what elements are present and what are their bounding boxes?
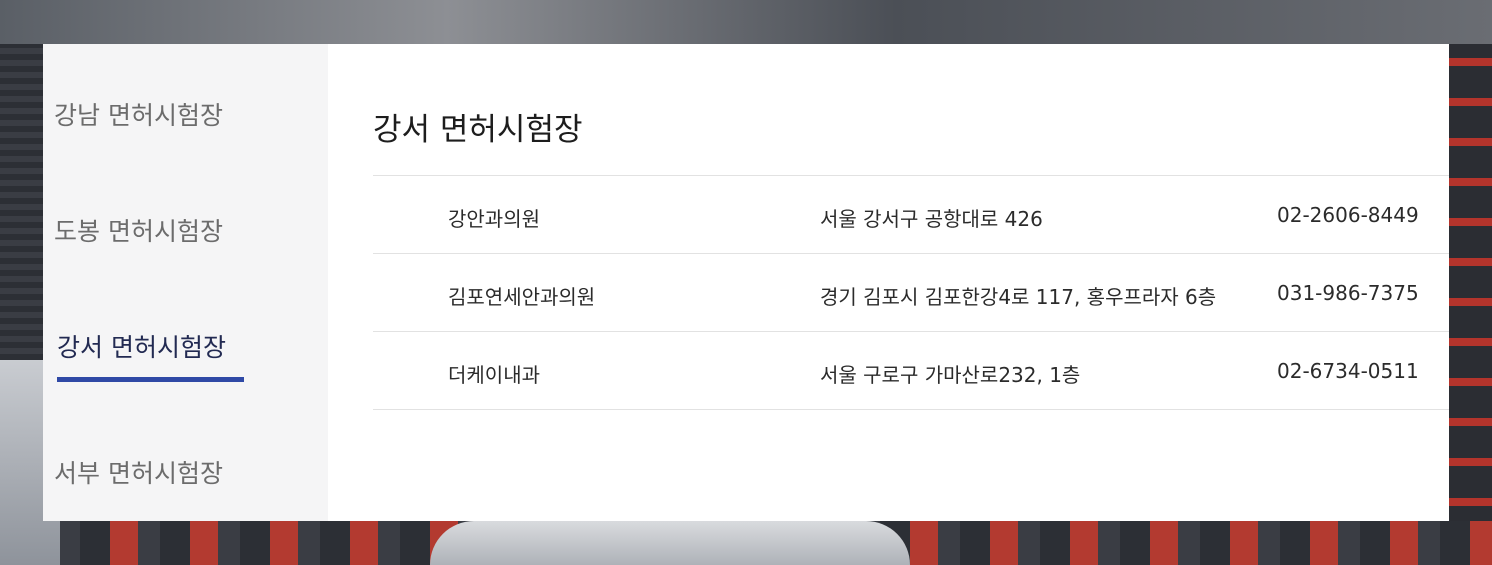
sidebar-item-gangnam[interactable]: 강남 면허시험장 [54, 96, 223, 132]
hospital-list-content: 강서 면허시험장 강안과의원 서울 강서구 공항대로 426 02-2606-8… [328, 44, 1449, 521]
hospital-phone: 02-6734-0511 [1277, 359, 1419, 383]
sidebar-item-label: 서부 면허시험장 [54, 459, 223, 488]
sidebar-item-dobong[interactable]: 도봉 면허시험장 [54, 212, 223, 248]
background-car-bottom [430, 521, 910, 565]
hospital-address: 경기 김포시 김포한강4로 117, 홍우프라자 6층 [820, 285, 1217, 309]
test-center-sidebar: 강남 면허시험장 도봉 면허시험장 강서 면허시험장 서부 면허시험장 [43, 44, 328, 521]
hospital-phone: 031-986-7375 [1277, 281, 1419, 305]
hospital-address: 서울 구로구 가마산로232, 1층 [820, 363, 1081, 387]
page-title: 강서 면허시험장 [373, 112, 583, 148]
test-center-panel: 강남 면허시험장 도봉 면허시험장 강서 면허시험장 서부 면허시험장 강서 면… [43, 44, 1449, 521]
hospital-address: 서울 강서구 공항대로 426 [820, 207, 1043, 231]
table-row: 더케이내과 서울 구로구 가마산로232, 1층 02-6734-0511 [373, 332, 1449, 410]
hospital-name: 더케이내과 [448, 363, 540, 387]
sidebar-item-label: 강남 면허시험장 [54, 101, 223, 130]
sidebar-item-gangseo[interactable]: 강서 면허시험장 [57, 328, 244, 382]
background-stands-right [1449, 44, 1492, 565]
hospital-name: 강안과의원 [448, 207, 540, 231]
sidebar-item-label: 강서 면허시험장 [57, 333, 226, 362]
hospital-name: 김포연세안과의원 [448, 285, 596, 309]
hospital-phone: 02-2606-8449 [1277, 203, 1419, 227]
table-row: 강안과의원 서울 강서구 공항대로 426 02-2606-8449 [373, 176, 1449, 254]
hospital-table: 강안과의원 서울 강서구 공항대로 426 02-2606-8449 김포연세안… [373, 175, 1449, 410]
table-row: 김포연세안과의원 경기 김포시 김포한강4로 117, 홍우프라자 6층 031… [373, 254, 1449, 332]
sidebar-item-seobu[interactable]: 서부 면허시험장 [54, 454, 223, 490]
background-top-band [0, 0, 1492, 44]
active-tab-indicator [57, 377, 244, 382]
sidebar-item-label: 도봉 면허시험장 [54, 217, 223, 246]
